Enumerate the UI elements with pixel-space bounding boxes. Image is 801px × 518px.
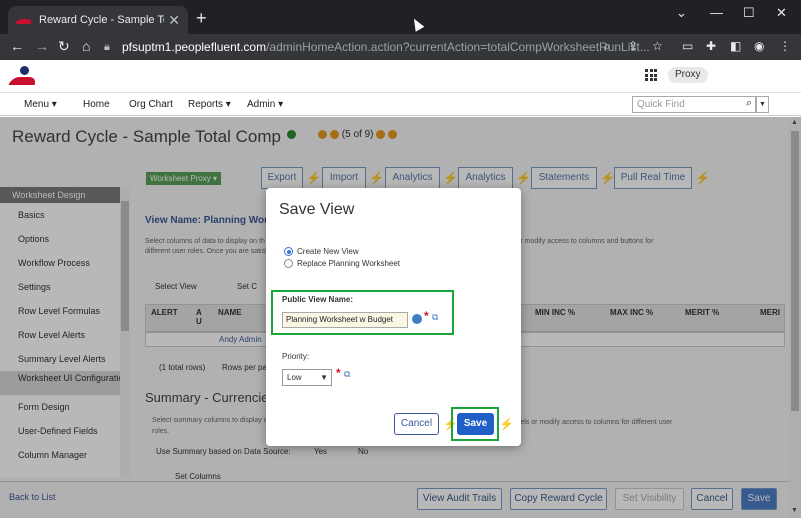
public-view-name-label: Public View Name: (282, 295, 353, 304)
history-icon[interactable]: ⧉ (344, 369, 355, 379)
history-icon[interactable]: ⧉ (432, 312, 443, 322)
replace-view-label: Replace Planning Worksheet (297, 259, 401, 268)
menu-admin[interactable]: Admin ▾ (247, 99, 283, 110)
url-path: /adminHomeAction.action?currentAction=to… (266, 40, 650, 54)
menu-org-chart[interactable]: Org Chart (129, 99, 173, 110)
browser-tab[interactable]: Reward Cycle - Sample Total Com ✕ (8, 6, 188, 34)
quick-find-placeholder: Quick Find (637, 99, 685, 110)
back-arrow-icon[interactable]: ← (10, 38, 24, 54)
cast-icon[interactable]: ▭ (682, 39, 693, 53)
dialog-save-button[interactable]: Save (457, 413, 494, 435)
share-icon[interactable]: ⇪ (628, 39, 638, 53)
home-icon[interactable]: ⌂ (82, 38, 90, 54)
menu-dropdown[interactable]: Menu ▾ (24, 99, 57, 110)
radio-unselected-icon[interactable] (284, 259, 293, 268)
bookmark-star-icon[interactable]: ☆ (652, 39, 663, 53)
create-new-view-option[interactable]: Create New View (284, 247, 359, 256)
peoplefluent-favicon-icon (16, 14, 32, 26)
close-window-icon[interactable]: ✕ (776, 5, 787, 21)
main-menu-bar: Menu ▾ Home Org Chart Reports ▾ Admin ▾ … (0, 93, 801, 116)
priority-value: Low (287, 373, 302, 382)
chevron-down-icon: ▼ (320, 373, 328, 382)
dialog-cancel-button[interactable]: Cancel (394, 413, 439, 435)
zoom-icon[interactable]: ⌕ (604, 39, 611, 54)
replace-view-option[interactable]: Replace Planning Worksheet (284, 259, 400, 268)
quick-find-dropdown[interactable]: ▼ (756, 96, 769, 113)
close-tab-icon[interactable]: ✕ (168, 12, 180, 29)
app-header: Proxy (0, 60, 801, 93)
maximize-icon[interactable]: ☐ (743, 5, 755, 21)
browser-tab-bar: Reward Cycle - Sample Total Com ✕ + ⌄ — … (0, 0, 801, 34)
url-field[interactable]: 🔒︎ pfsuptm1.peoplefluent.com /adminHomeA… (104, 36, 664, 58)
tab-search-icon[interactable]: ⌄ (676, 5, 687, 21)
quick-find-input[interactable]: Quick Find ⌕ (632, 96, 756, 113)
search-icon[interactable]: ⌕ (746, 97, 752, 110)
address-bar: ← → ↻ ⌂ 🔒︎ pfsuptm1.peoplefluent.com /ad… (0, 34, 801, 60)
create-new-view-label: Create New View (297, 247, 359, 256)
more-menu-icon[interactable]: ⋮ (779, 39, 791, 53)
dialog-title: Save View (279, 201, 355, 218)
url-host: pfsuptm1.peoplefluent.com (122, 40, 267, 54)
priority-select[interactable]: Low ▼ (282, 369, 332, 386)
menu-home[interactable]: Home (83, 99, 110, 110)
radio-selected-icon[interactable] (284, 247, 293, 256)
extensions-icon[interactable]: ✚ (706, 39, 716, 53)
priority-label: Priority: (282, 352, 310, 361)
apps-grid-icon[interactable] (645, 69, 657, 81)
forward-arrow-icon[interactable]: → (35, 38, 49, 54)
lock-icon: 🔒︎ (104, 40, 110, 53)
new-tab-button[interactable]: + (196, 9, 207, 27)
proxy-button[interactable]: Proxy (668, 67, 708, 83)
globe-icon[interactable] (412, 314, 422, 324)
sidebar-icon[interactable]: ◧ (730, 39, 741, 53)
peoplefluent-logo[interactable] (8, 66, 38, 88)
tab-title: Reward Cycle - Sample Total Com (39, 14, 164, 26)
mouse-cursor-icon (409, 16, 425, 32)
minimize-icon[interactable]: — (710, 5, 723, 20)
save-view-dialog: Save View Create New View Replace Planni… (266, 188, 521, 446)
bolt-icon: ⚡ (499, 417, 514, 431)
reload-icon[interactable]: ↻ (58, 38, 70, 55)
required-asterisk-icon: * (336, 366, 341, 380)
profile-icon[interactable]: ◉ (754, 39, 764, 53)
menu-reports[interactable]: Reports ▾ (188, 99, 231, 110)
required-asterisk-icon: * (424, 309, 429, 323)
public-view-name-input[interactable]: Planning Worksheet w Budget (282, 312, 408, 328)
